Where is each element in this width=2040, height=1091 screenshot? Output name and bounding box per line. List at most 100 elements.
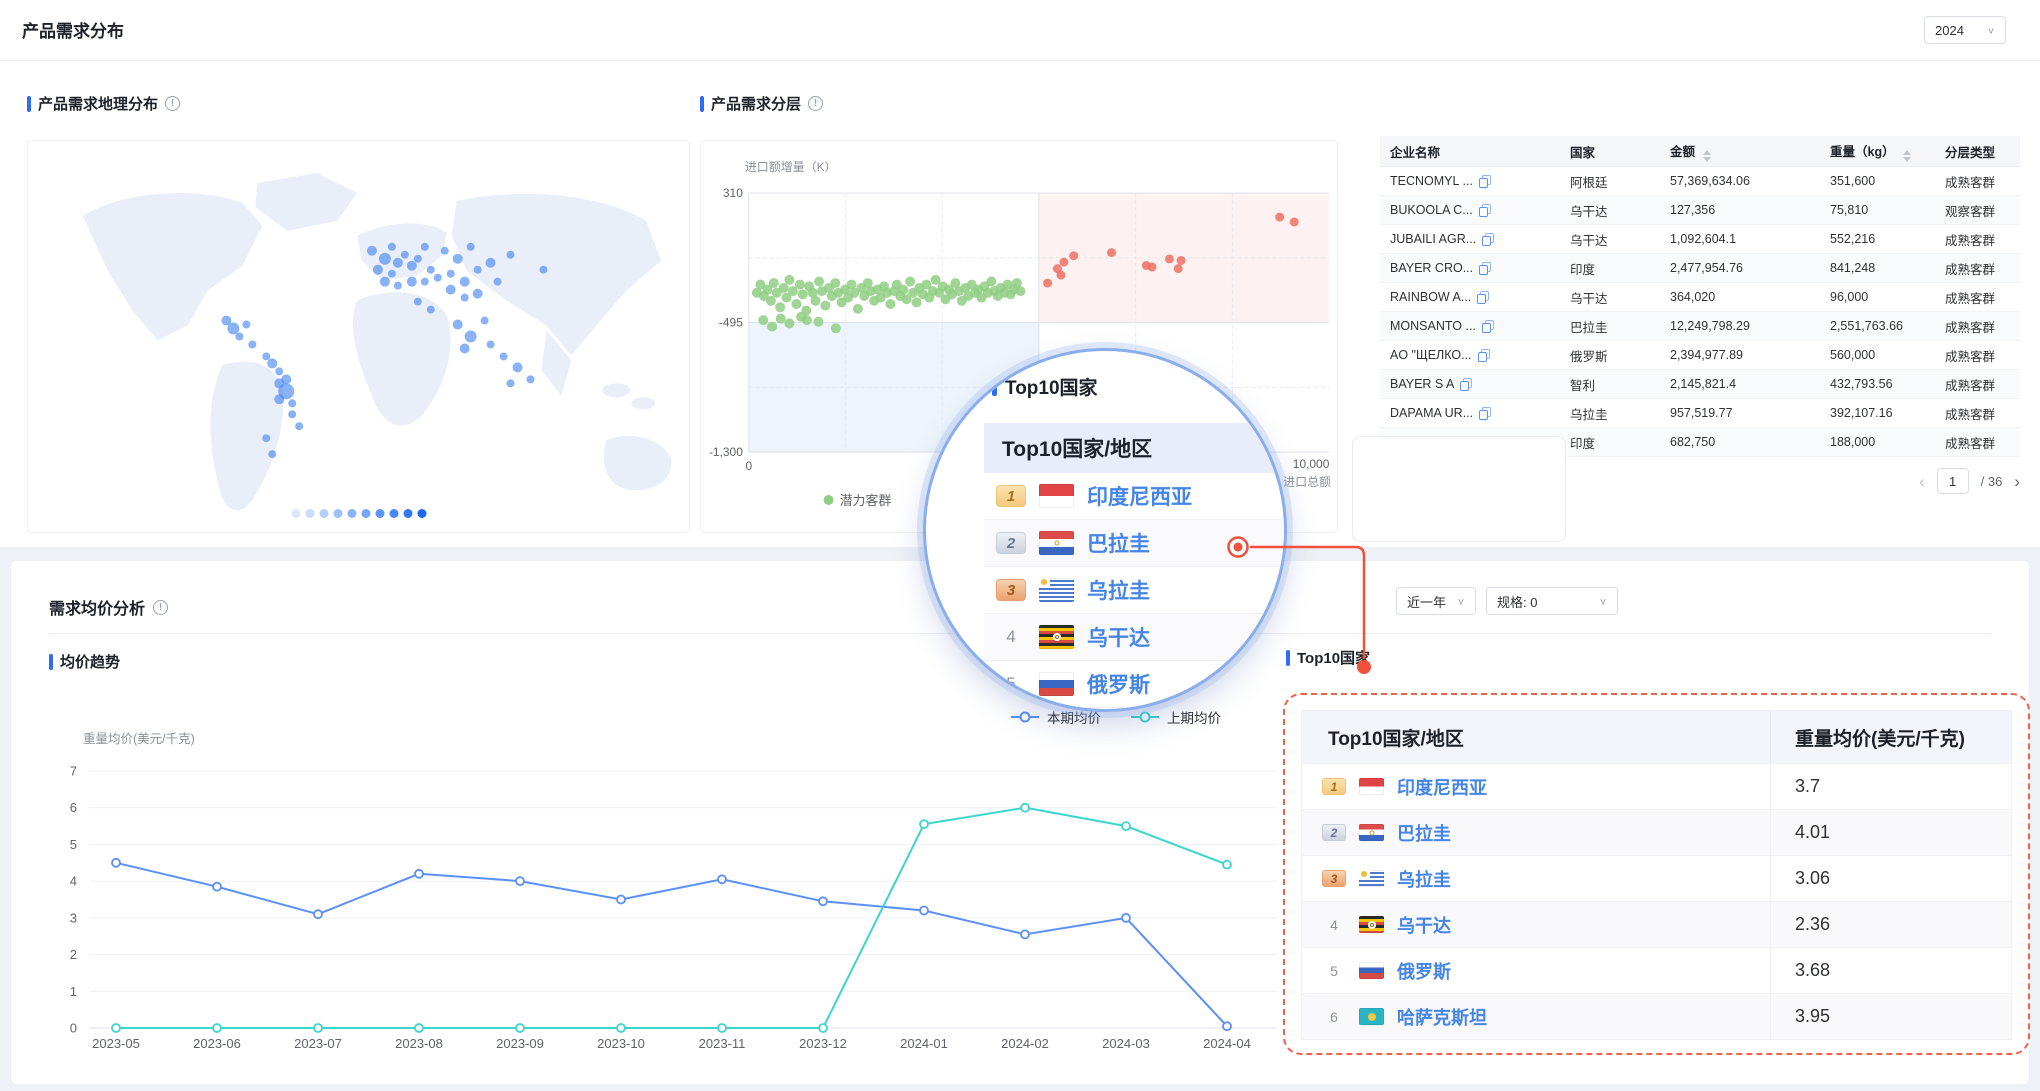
- country-link[interactable]: 乌拉圭: [1397, 866, 1451, 892]
- copy-icon[interactable]: [1479, 407, 1491, 420]
- type-cell: 成熟客群: [1935, 167, 2020, 196]
- country-link[interactable]: 乌拉圭: [1087, 575, 1150, 605]
- map-marker: [388, 270, 396, 278]
- prev-page-icon[interactable]: [1919, 473, 1925, 490]
- map-marker: [447, 270, 455, 278]
- data-point: [112, 859, 120, 867]
- copy-icon[interactable]: [1478, 349, 1490, 362]
- scatter-point: [831, 323, 841, 333]
- amount-cell: 12,249,798.29: [1660, 312, 1820, 341]
- legend-dot-icon: [333, 509, 342, 518]
- col-amount[interactable]: 金额: [1660, 136, 1820, 167]
- copy-icon[interactable]: [1482, 233, 1494, 246]
- sort-icon[interactable]: [1903, 150, 1911, 162]
- scatter-point: [820, 301, 830, 311]
- amount-cell: 2,394,977.89: [1660, 341, 1820, 370]
- year-select[interactable]: 2024 ∨: [1924, 16, 2006, 44]
- data-point: [1122, 822, 1130, 830]
- x-tick: 2023-05: [92, 1036, 140, 1051]
- info-icon[interactable]: [808, 96, 823, 111]
- type-cell: 成熟客群: [1935, 254, 2020, 283]
- col-weight[interactable]: 重量（kg）: [1820, 136, 1935, 167]
- copy-icon[interactable]: [1479, 204, 1491, 217]
- map-marker: [446, 285, 456, 295]
- legend-dot-icon: [361, 509, 370, 518]
- info-icon[interactable]: [153, 600, 168, 615]
- country-link[interactable]: 印度尼西亚: [1087, 481, 1192, 511]
- company-name: BUKOOLA C...: [1390, 203, 1473, 217]
- country-link[interactable]: 巴拉圭: [1397, 820, 1451, 846]
- copy-icon[interactable]: [1479, 175, 1491, 188]
- price-value: 2.36: [1770, 902, 2011, 947]
- scatter-point: [784, 275, 794, 285]
- country-link[interactable]: 乌干达: [1087, 622, 1150, 652]
- country-link[interactable]: 印度尼西亚: [1397, 774, 1487, 800]
- info-icon[interactable]: [165, 96, 180, 111]
- trend-section-title: 均价趋势: [60, 651, 120, 672]
- type-cell: 成熟客群: [1935, 312, 2020, 341]
- amount-cell: 127,356: [1660, 196, 1820, 225]
- top10-row: 1印度尼西亚3.7: [1302, 763, 2011, 809]
- country-link[interactable]: 乌干达: [1397, 912, 1451, 938]
- scatter-point: [798, 289, 808, 299]
- company-row: BAYER S A智利2,145,821.4432,793.56成熟客群: [1380, 370, 2020, 399]
- map-marker: [275, 367, 283, 375]
- legend-dot-icon: [305, 509, 314, 518]
- next-page-icon[interactable]: [2014, 473, 2020, 490]
- type-cell: 成熟客群: [1935, 341, 2020, 370]
- data-point: [718, 1024, 726, 1032]
- scatter-point: [802, 315, 812, 325]
- country-link[interactable]: 巴拉圭: [1087, 528, 1150, 558]
- data-point: [1223, 861, 1231, 869]
- scatter-x-title: 进口总额: [1283, 475, 1331, 489]
- copy-icon[interactable]: [1460, 378, 1472, 391]
- company-row: BAYER CRO...印度2,477,954.76841,248成熟客群: [1380, 254, 2020, 283]
- data-point: [1021, 930, 1029, 938]
- price-section-header: 需求均价分析: [49, 595, 168, 619]
- magnified-section-title: Top10国家: [1005, 373, 1098, 400]
- map-marker: [388, 243, 396, 251]
- map-marker: [507, 379, 515, 387]
- trend-line: [116, 863, 1227, 1026]
- scatter-point: [758, 315, 768, 325]
- map-marker: [242, 321, 250, 329]
- legend-dot-icon: [389, 509, 398, 518]
- y-tick: 5: [70, 837, 77, 852]
- weight-cell: 432,793.56: [1820, 370, 1935, 399]
- map-marker: [421, 243, 429, 251]
- sort-icon[interactable]: [1703, 150, 1711, 162]
- copy-icon[interactable]: [1477, 291, 1489, 304]
- country-link[interactable]: 俄罗斯: [1397, 958, 1451, 984]
- divider: [0, 60, 2040, 61]
- flag-uy-icon: [1359, 870, 1384, 887]
- flag-ru-icon: [1359, 962, 1384, 979]
- y-tick: 1: [70, 984, 77, 999]
- time-range-select[interactable]: 近一年 ∨: [1396, 587, 1476, 615]
- chevron-down-icon: ∨: [1987, 24, 1995, 35]
- price-value: 3.95: [1770, 994, 2011, 1039]
- spec-select[interactable]: 规格: 0 ∨: [1486, 587, 1618, 615]
- company-name: DAPAMA UR...: [1390, 406, 1473, 420]
- map-marker: [460, 343, 470, 353]
- company-row: AO "ЩЕЛКО...俄罗斯2,394,977.89560,000成熟客群: [1380, 341, 2020, 370]
- col-country: 国家: [1560, 136, 1660, 167]
- copy-icon[interactable]: [1482, 320, 1494, 333]
- x-tick: 2024-03: [1102, 1036, 1150, 1051]
- map-marker: [274, 394, 284, 404]
- x-tick: 2023-07: [294, 1036, 342, 1051]
- map-marker: [373, 265, 383, 275]
- type-cell: 成熟客群: [1935, 283, 2020, 312]
- x-tick: 0: [746, 459, 753, 473]
- scatter-point: [779, 283, 789, 293]
- country-link[interactable]: 俄罗斯: [1087, 669, 1150, 699]
- copy-icon[interactable]: [1479, 262, 1491, 275]
- company-name: TECNOMYL ...: [1390, 174, 1473, 188]
- page-input[interactable]: 1: [1937, 468, 1969, 494]
- top10-row: 3乌拉圭3.06: [1302, 855, 2011, 901]
- type-cell: 成熟客群: [1935, 399, 2020, 428]
- map-marker: [453, 254, 463, 264]
- country-link[interactable]: 哈萨克斯坦: [1397, 1004, 1487, 1030]
- data-point: [920, 820, 928, 828]
- map-marker: [441, 247, 449, 255]
- map-marker: [288, 410, 296, 418]
